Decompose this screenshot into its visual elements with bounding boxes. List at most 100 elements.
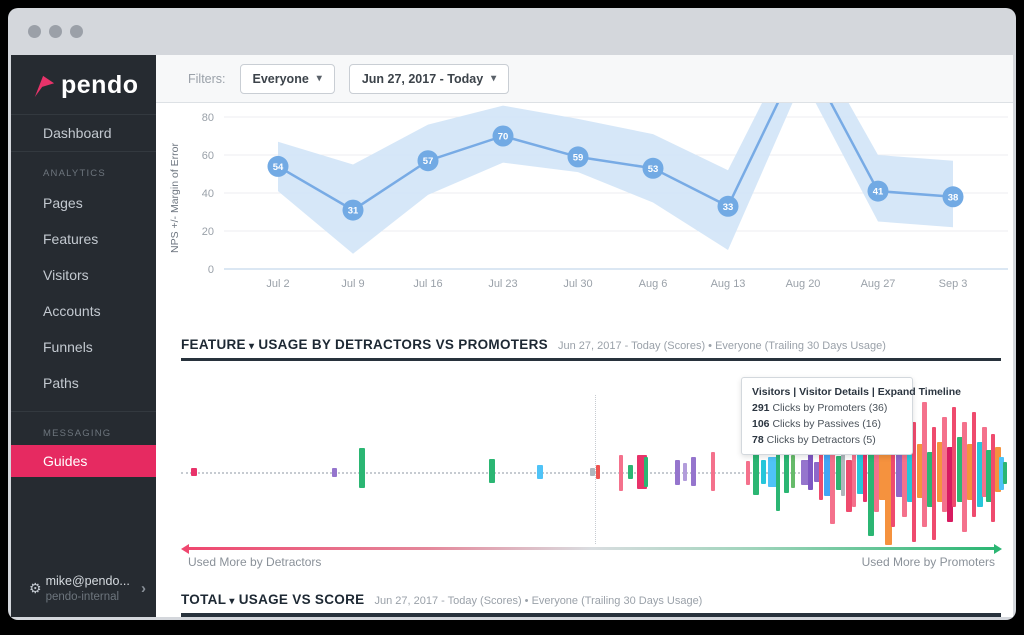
pendo-logo-text: pendo (61, 71, 139, 100)
sidebar-item-visitors[interactable]: Visitors (11, 257, 156, 293)
sidebar-item-features[interactable]: Features (11, 221, 156, 257)
nps-point[interactable]: 53 (643, 158, 664, 179)
feature-usage-bar[interactable] (711, 452, 715, 491)
feature-usage-bar[interactable] (537, 465, 543, 479)
tooltip-stat-row: 106 Clicks by Passives (16) (752, 418, 902, 430)
feature-usage-bar[interactable] (746, 461, 750, 485)
sidebar-item-guides[interactable]: Guides (11, 445, 156, 477)
total-category-dropdown[interactable]: TOTAL (181, 592, 235, 607)
svg-text:Jul 2: Jul 2 (266, 278, 289, 290)
sidebar-section-analytics: ANALYTICS (11, 152, 156, 185)
sidebar-item-dashboard[interactable]: Dashboard (11, 114, 156, 152)
sidebar-item-paths[interactable]: Paths (11, 365, 156, 401)
feature-usage-bar[interactable] (691, 457, 696, 486)
tooltip-link-visitors[interactable]: Visitors (752, 386, 790, 398)
gear-icon: ⚙ (29, 580, 42, 597)
feature-usage-bar[interactable] (784, 451, 789, 493)
svg-text:Jul 16: Jul 16 (413, 278, 442, 290)
svg-text:Aug 27: Aug 27 (861, 278, 896, 290)
window-control-icon[interactable] (49, 25, 62, 38)
svg-text:Jul 9: Jul 9 (341, 278, 364, 290)
axis-label-promoters: Used More by Promoters (862, 555, 995, 569)
user-org: pendo-internal (46, 591, 141, 603)
feature-usage-bar[interactable] (932, 427, 936, 540)
window-control-icon[interactable] (70, 25, 83, 38)
svg-text:59: 59 (573, 152, 584, 163)
filters-label: Filters: (188, 72, 226, 86)
detractor-promoter-axis (188, 547, 995, 550)
audience-filter-dropdown[interactable]: Everyone (240, 64, 335, 94)
pendo-logo[interactable]: pendo (11, 55, 156, 114)
feature-section-subtitle: Jun 27, 2017 - Today (Scores) • Everyone… (558, 340, 886, 352)
feature-category-dropdown[interactable]: FEATURE (181, 337, 254, 352)
user-account-menu[interactable]: ⚙ mike@pendo... pendo-internal › (11, 574, 156, 603)
feature-usage-bar[interactable] (972, 412, 976, 517)
svg-text:33: 33 (723, 202, 734, 213)
svg-text:80: 80 (202, 112, 214, 124)
tooltip-link-expand-timeline[interactable]: Expand Timeline (878, 386, 961, 398)
svg-text:60: 60 (202, 150, 214, 162)
feature-usage-bar[interactable] (753, 451, 759, 495)
pendo-logo-icon (33, 74, 55, 98)
svg-text:0: 0 (208, 264, 214, 276)
filter-bar: Filters: Everyone Jun 27, 2017 - Today (156, 55, 1013, 103)
svg-text:57: 57 (423, 156, 434, 167)
svg-text:Jul 23: Jul 23 (488, 278, 517, 290)
svg-text:Aug 20: Aug 20 (786, 278, 821, 290)
svg-text:Jul 30: Jul 30 (563, 278, 592, 290)
svg-text:20: 20 (202, 226, 214, 238)
sidebar: pendo Dashboard ANALYTICS PagesFeaturesV… (11, 55, 156, 617)
svg-text:NPS +/- Margin of Error: NPS +/- Margin of Error (169, 143, 181, 253)
feature-usage-bar[interactable] (761, 460, 766, 484)
feature-usage-bar[interactable] (332, 468, 337, 477)
feature-usage-bar[interactable] (952, 407, 956, 507)
feature-usage-bar[interactable] (628, 465, 633, 479)
nps-point[interactable]: 59 (568, 146, 589, 167)
svg-text:53: 53 (648, 164, 659, 175)
total-section-header: TOTAL USAGE VS SCORE Jun 27, 2017 - Toda… (181, 592, 1001, 617)
feature-usage-bar[interactable] (191, 468, 197, 476)
feature-section-title: USAGE BY DETRACTORS VS PROMOTERS (258, 337, 548, 352)
sidebar-item-accounts[interactable]: Accounts (11, 293, 156, 329)
tooltip-link-visitor-details[interactable]: Visitor Details (799, 386, 869, 398)
feature-usage-bar[interactable] (590, 468, 595, 476)
user-email: mike@pendo... (46, 574, 141, 588)
nps-point[interactable]: 54 (268, 156, 289, 177)
feature-usage-bar[interactable] (675, 460, 680, 485)
nps-point[interactable]: 31 (343, 200, 364, 221)
feature-usage-bar[interactable] (791, 455, 795, 488)
feature-usage-bar[interactable] (359, 448, 365, 488)
tooltip-stat-row: 78 Clicks by Detractors (5) (752, 434, 902, 446)
feature-usage-bar[interactable] (489, 459, 495, 483)
window-control-icon[interactable] (28, 25, 41, 38)
sidebar-section-messaging: MESSAGING (11, 412, 156, 445)
date-range-dropdown[interactable]: Jun 27, 2017 - Today (349, 64, 509, 94)
feature-tooltip: Visitors | Visitor Details | Expand Time… (741, 377, 913, 455)
feature-usage-bar[interactable] (1003, 462, 1007, 484)
window-titlebar (8, 8, 1016, 55)
tooltip-menu: Visitors | Visitor Details | Expand Time… (752, 386, 902, 398)
chevron-right-icon: › (141, 580, 146, 597)
feature-usage-bar[interactable] (808, 454, 813, 490)
svg-text:70: 70 (498, 132, 509, 143)
svg-text:Sep 3: Sep 3 (939, 278, 968, 290)
axis-label-detractors: Used More by Detractors (188, 555, 321, 569)
svg-text:Aug 6: Aug 6 (639, 278, 668, 290)
svg-text:31: 31 (348, 206, 359, 217)
feature-usage-bar[interactable] (619, 455, 623, 491)
svg-text:41: 41 (873, 187, 884, 198)
nps-point[interactable]: 41 (868, 181, 889, 202)
nps-point[interactable]: 38 (943, 186, 964, 207)
total-section-subtitle: Jun 27, 2017 - Today (Scores) • Everyone… (374, 595, 702, 607)
svg-text:38: 38 (948, 192, 959, 203)
sidebar-item-pages[interactable]: Pages (11, 185, 156, 221)
sidebar-item-funnels[interactable]: Funnels (11, 329, 156, 365)
feature-usage-bar[interactable] (644, 457, 648, 487)
nps-point[interactable]: 70 (493, 126, 514, 147)
feature-usage-bar[interactable] (596, 465, 600, 479)
nps-point[interactable]: 33 (718, 196, 739, 217)
nps-line-chart: 020406080543157705953334138Jul 2Jul 9Jul… (156, 103, 1013, 298)
feature-usage-bar[interactable] (683, 463, 687, 481)
svg-text:54: 54 (273, 162, 284, 173)
nps-point[interactable]: 57 (418, 150, 439, 171)
